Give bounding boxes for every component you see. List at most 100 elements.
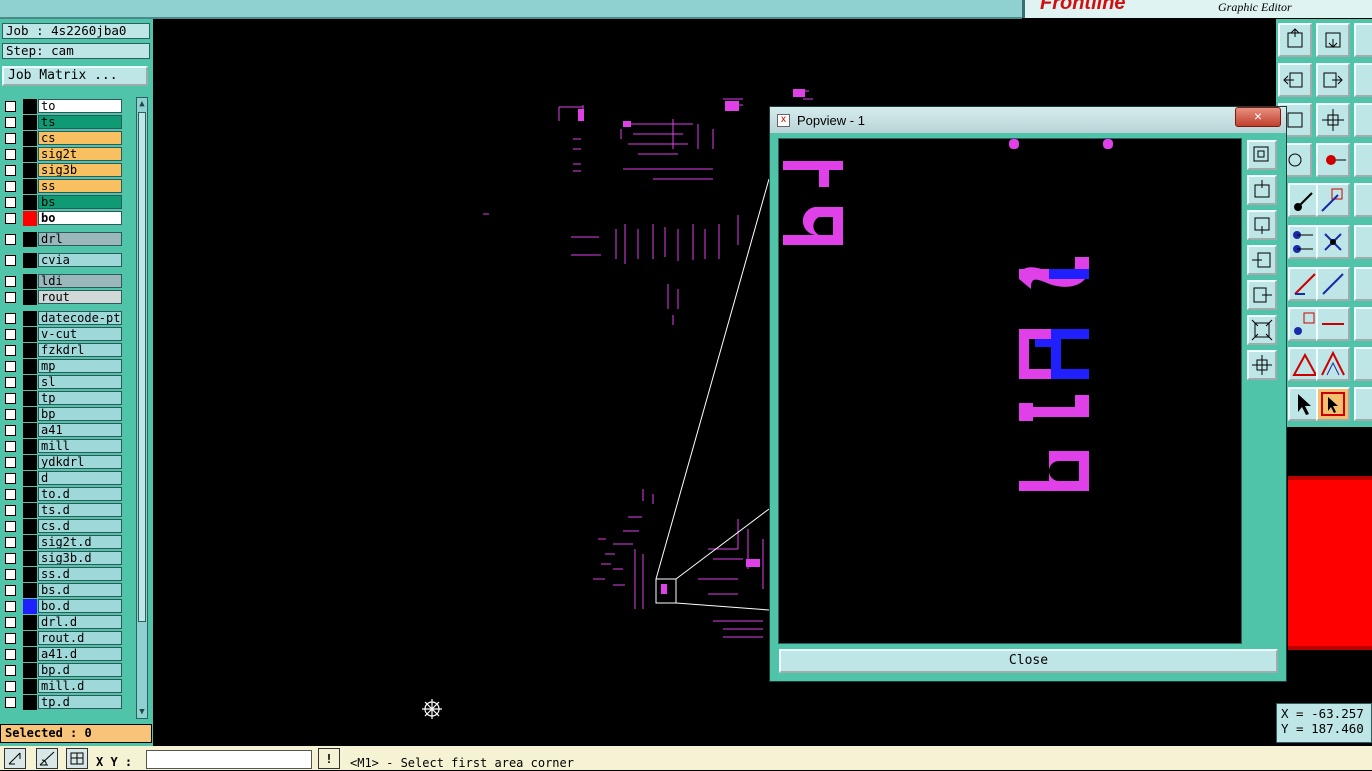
layer-row[interactable]: ydkdrl (2, 455, 124, 470)
layer-checkbox[interactable] (5, 165, 16, 176)
layer-name[interactable]: bp (38, 407, 122, 421)
job-matrix-button[interactable]: Job Matrix ... (2, 66, 148, 86)
layer-swatch[interactable] (23, 519, 37, 534)
layer-swatch[interactable] (23, 631, 37, 646)
layer-row[interactable]: fzkdrl (2, 343, 124, 358)
layer-checkbox[interactable] (5, 585, 16, 596)
popview-close-icon[interactable]: × (1235, 107, 1281, 127)
layer-checkbox[interactable] (5, 409, 16, 420)
layer-swatch[interactable] (23, 503, 37, 518)
layer-row[interactable]: sig3b (2, 163, 124, 178)
warning-icon[interactable]: ! (318, 748, 340, 769)
layer-checkbox[interactable] (5, 537, 16, 548)
layer-row[interactable]: bo (2, 211, 124, 226)
tool-arc-alt-icon[interactable] (1354, 347, 1372, 381)
layer-row[interactable]: ts (2, 115, 124, 130)
tool-redo-icon[interactable] (1354, 103, 1372, 137)
layer-row[interactable]: mp (2, 359, 124, 374)
layer-swatch[interactable] (23, 290, 37, 305)
tool-select-active-icon[interactable] (1316, 387, 1350, 421)
tool-more-icon[interactable] (1354, 23, 1372, 57)
layer-name[interactable]: drl.d (38, 615, 122, 629)
layer-name[interactable]: rout (38, 290, 122, 304)
popview-right-icon[interactable] (1247, 280, 1277, 310)
layer-checkbox[interactable] (5, 617, 16, 628)
layer-checkbox[interactable] (5, 149, 16, 160)
layer-name[interactable]: drl (38, 232, 122, 246)
layer-row[interactable]: ts.d (2, 503, 124, 518)
layer-row[interactable]: a41.d (2, 647, 124, 662)
layer-checkbox[interactable] (5, 649, 16, 660)
tool-rotate-icon[interactable] (1354, 387, 1372, 421)
layer-swatch[interactable] (23, 99, 37, 114)
layer-name[interactable]: to (38, 99, 122, 113)
layer-checkbox[interactable] (5, 213, 16, 224)
layer-swatch[interactable] (23, 535, 37, 550)
layer-swatch[interactable] (23, 179, 37, 194)
layer-name[interactable]: mill (38, 439, 122, 453)
layer-swatch[interactable] (23, 679, 37, 694)
layer-row[interactable]: sig2t.d (2, 535, 124, 550)
layer-checkbox[interactable] (5, 101, 16, 112)
layer-checkbox[interactable] (5, 345, 16, 356)
layer-name[interactable]: bo (38, 211, 122, 225)
xy-input[interactable] (146, 750, 312, 769)
layer-checkbox[interactable] (5, 393, 16, 404)
layer-row[interactable]: a41 (2, 423, 124, 438)
layer-name[interactable]: ts (38, 115, 122, 129)
layer-swatch[interactable] (23, 211, 37, 226)
layer-row[interactable]: sig3b.d (2, 551, 124, 566)
layer-row[interactable]: rout.d (2, 631, 124, 646)
layer-row[interactable]: sl (2, 375, 124, 390)
layer-row[interactable]: mill (2, 439, 124, 454)
layer-swatch[interactable] (23, 343, 37, 358)
tool-net-icon[interactable] (1354, 143, 1372, 177)
layer-name[interactable]: a41 (38, 423, 122, 437)
layer-row[interactable]: mill.d (2, 679, 124, 694)
layer-checkbox[interactable] (5, 457, 16, 468)
layer-scrollbar-thumb[interactable] (138, 112, 146, 622)
layer-name[interactable]: rout.d (38, 631, 122, 645)
layer-checkbox[interactable] (5, 665, 16, 676)
popview-down-icon[interactable] (1247, 210, 1277, 240)
layer-name[interactable]: sig2t (38, 147, 122, 161)
layer-swatch[interactable] (23, 147, 37, 162)
layer-checkbox[interactable] (5, 569, 16, 580)
layer-swatch[interactable] (23, 391, 37, 406)
layer-checkbox[interactable] (5, 133, 16, 144)
layer-checkbox[interactable] (5, 234, 16, 245)
tool-move-right-icon[interactable] (1316, 63, 1350, 97)
layer-checkbox[interactable] (5, 681, 16, 692)
layer-checkbox[interactable] (5, 473, 16, 484)
layer-swatch[interactable] (23, 599, 37, 614)
tool-extend-icon[interactable] (1354, 267, 1372, 301)
layer-checkbox[interactable] (5, 255, 16, 266)
tool-download-icon[interactable] (1316, 23, 1350, 57)
layer-row[interactable]: datecode-pte (2, 311, 124, 326)
layer-checkbox[interactable] (5, 505, 16, 516)
layer-name[interactable]: mill.d (38, 679, 122, 693)
layer-checkbox[interactable] (5, 553, 16, 564)
layer-checkbox[interactable] (5, 441, 16, 452)
layer-name[interactable]: sl (38, 375, 122, 389)
layer-name[interactable]: fzkdrl (38, 343, 122, 357)
layer-checkbox[interactable] (5, 329, 16, 340)
layer-swatch[interactable] (23, 551, 37, 566)
layer-checkbox[interactable] (5, 697, 16, 708)
layer-name[interactable]: bs (38, 195, 122, 209)
layer-name[interactable]: ldi (38, 274, 122, 288)
popview-zoom-icon[interactable] (1247, 140, 1277, 170)
layer-name[interactable]: sig2t.d (38, 535, 122, 549)
layer-swatch[interactable] (23, 274, 37, 289)
layer-row[interactable]: d (2, 471, 124, 486)
layer-checkbox[interactable] (5, 633, 16, 644)
layer-checkbox[interactable] (5, 117, 16, 128)
layer-name[interactable]: v-cut (38, 327, 122, 341)
layer-row[interactable]: cs.d (2, 519, 124, 534)
layer-name[interactable]: cs.d (38, 519, 122, 533)
layer-swatch[interactable] (23, 583, 37, 598)
layer-checkbox[interactable] (5, 292, 16, 303)
layer-name[interactable]: bp.d (38, 663, 122, 677)
layer-swatch[interactable] (23, 487, 37, 502)
layer-checkbox[interactable] (5, 377, 16, 388)
